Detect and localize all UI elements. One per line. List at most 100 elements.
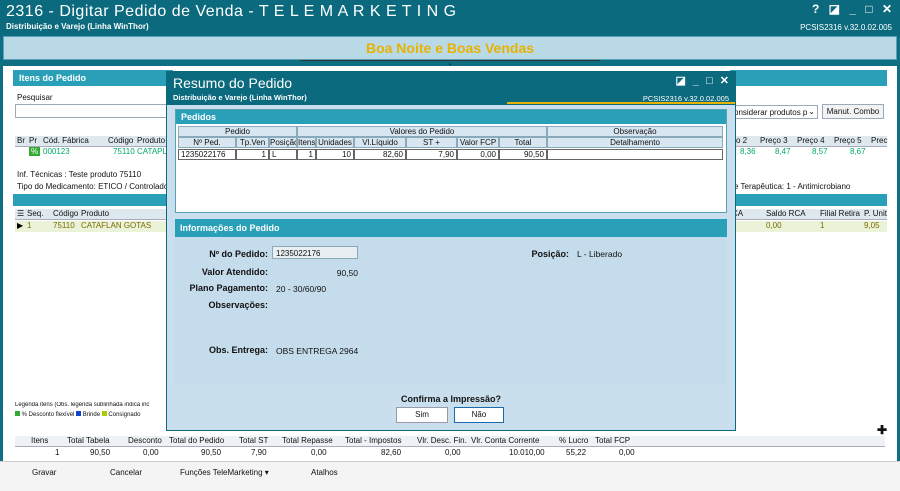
totals-desc-fin: 0,00 bbox=[445, 448, 461, 457]
window-controls[interactable]: ? ◪ _ □ ✕ bbox=[812, 2, 892, 16]
totals-col-total-impostos: Total - Impostos bbox=[345, 436, 402, 445]
cell-total[interactable]: 90,50 bbox=[499, 149, 547, 160]
col-vl-liquido: Vl.Líquido bbox=[354, 137, 406, 148]
cell-st-repasse[interactable]: 7,90 bbox=[406, 149, 457, 160]
cell-preco3: 8,47 bbox=[775, 147, 791, 156]
sim-button[interactable]: Sim bbox=[396, 407, 448, 423]
seq-grid-header: ☰ Seq. Código Produto bbox=[15, 209, 167, 220]
posicao-value: L - Liberado bbox=[577, 249, 623, 259]
dialog-window-controls[interactable]: ◪ _ □ ✕ bbox=[675, 74, 729, 87]
totals-row: 1 90,50 0,00 90,50 7,90 0,00 82,60 0,00 … bbox=[15, 448, 885, 459]
col-preco6: Prec bbox=[871, 136, 888, 145]
cancelar-button[interactable]: Cancelar bbox=[110, 468, 142, 477]
group-observacao: Observação bbox=[547, 126, 723, 137]
totals-lucro: 55,22 bbox=[566, 448, 587, 457]
pedidos-panel-title: Pedidos bbox=[176, 110, 726, 124]
col-preco4: Preço 4 bbox=[797, 136, 825, 145]
totals-conta-corrente: 10.010,00 bbox=[509, 448, 545, 457]
row-pointer-icon: ▶ bbox=[17, 221, 24, 230]
label-obs-entrega: Obs. Entrega: bbox=[208, 345, 268, 355]
totals-col-total-st: Total ST bbox=[239, 436, 269, 445]
add-icon[interactable]: ✚ bbox=[877, 423, 887, 437]
totals-col-desconto: Desconto bbox=[128, 436, 162, 445]
cell-produto: CATAPL bbox=[137, 147, 167, 156]
tipo-medicamento: Tipo do Medicamento: ETICO / Controlado: bbox=[17, 182, 171, 191]
funcoes-label: Funções TeleMarketing bbox=[180, 468, 263, 477]
label-valor-atendido: Valor Atendido: bbox=[201, 267, 268, 277]
manut-combo-button[interactable]: Manut. Combo bbox=[822, 104, 884, 119]
cell-filial-retira: 1 bbox=[820, 221, 825, 230]
totals-header: Itens Total Tabela Desconto Total do Ped… bbox=[15, 436, 885, 447]
cell-tpven[interactable]: 1 bbox=[236, 149, 269, 160]
cell-unidades[interactable]: 10 bbox=[316, 149, 354, 160]
items-panel-title: Itens do Pedido bbox=[13, 70, 173, 86]
col-unidades: Unidades bbox=[316, 137, 354, 148]
legend-brinde-swatch bbox=[76, 411, 82, 416]
pedidos-panel: Pedidos Pedido Valores do Pedido Observa… bbox=[175, 109, 727, 213]
discount-icon: % bbox=[29, 147, 41, 156]
classe-terapeutica: se Terapêutica: 1 - Antimicrobiano bbox=[730, 182, 851, 191]
legend-consignado: Consignado bbox=[108, 412, 141, 418]
totals-itens: 1 bbox=[55, 448, 60, 457]
group-valores: Valores do Pedido bbox=[297, 126, 547, 137]
cell-vl-liquido[interactable]: 82,60 bbox=[354, 149, 406, 160]
chevron-down-icon: ▾ bbox=[264, 468, 269, 477]
seq-grid-row[interactable]: ▶ 1 75110 CATAFLAN GOTAS bbox=[15, 221, 167, 232]
col-preco5: Preço 5 bbox=[834, 136, 862, 145]
items-panel-header-right bbox=[730, 70, 887, 86]
items-grid-header: Br Pr Cód. Fábrica Código Produto bbox=[15, 136, 167, 147]
totals-col-lucro: % Lucro bbox=[559, 436, 589, 445]
col-tpven: Tp.Ven bbox=[236, 137, 269, 148]
confirm-print-text: Confirma a Impressão? bbox=[400, 394, 502, 404]
cell-itens[interactable]: 1 bbox=[297, 149, 316, 160]
search-input[interactable] bbox=[15, 104, 167, 118]
footer-toolbar: Gravar Cancelar Funções TeleMarketing ▾ … bbox=[0, 461, 900, 491]
cell-cod-fabrica: 000123 bbox=[43, 147, 70, 156]
grid-toolbar-right bbox=[730, 194, 887, 206]
funcoes-telemarketing-button[interactable]: Funções TeleMarketing ▾ bbox=[180, 468, 269, 477]
app-subtitle: Distribuição e Varejo (Linha WinThor) bbox=[6, 22, 149, 31]
cell-preco2: 8,36 bbox=[740, 147, 756, 156]
col-br: Br bbox=[17, 136, 25, 145]
dialog-title: Resumo do Pedido bbox=[173, 75, 293, 91]
col-codigo: Código bbox=[108, 136, 134, 145]
consider-products-select[interactable]: onsiderar produtos p ⌄ bbox=[730, 105, 818, 119]
app-version: PCSIS2316 v.32.0.02.005 bbox=[800, 23, 892, 32]
cell-preco5: 8,67 bbox=[850, 147, 866, 156]
gravar-button[interactable]: Gravar bbox=[32, 468, 56, 477]
cell-valor-fcp[interactable]: 0,00 bbox=[457, 149, 499, 160]
valor-atendido: 90,50 bbox=[336, 268, 358, 278]
prices-grid-header: ço 2 Preço 3 Preço 4 Preço 5 Prec bbox=[730, 136, 887, 147]
label-plano-pagamento: Plano Pagamento: bbox=[189, 283, 268, 293]
atalhos-button[interactable]: Atalhos bbox=[311, 468, 338, 477]
info-tecnicas: Inf. Técnicas : Teste produto 75110 bbox=[17, 170, 142, 179]
totals-col-itens: Itens bbox=[31, 436, 49, 445]
cell-preco4: 8,57 bbox=[812, 147, 828, 156]
cell-nped[interactable]: 1235022176 bbox=[178, 149, 236, 160]
cell-detalhamento[interactable] bbox=[547, 149, 723, 160]
totals-desconto: 0,00 bbox=[143, 448, 159, 457]
prices-grid-row[interactable]: 8,36 8,47 8,57 8,67 bbox=[730, 147, 887, 157]
cell-p-unit: 9,05 bbox=[864, 221, 880, 230]
totals-col-total-pedido: Total do Pedido bbox=[169, 436, 225, 445]
rca-grid-row[interactable]: 0,00 1 9,05 bbox=[730, 221, 887, 232]
totals-col-conta-corrente: Vlr. Conta Corrente bbox=[471, 436, 540, 445]
resumo-pedido-dialog: Resumo do Pedido Distribuição e Varejo (… bbox=[166, 71, 736, 431]
col-produto: Produto bbox=[137, 136, 166, 145]
totals-total-tabela: 90,50 bbox=[90, 448, 111, 457]
obs-entrega: OBS ENTREGA 2964 bbox=[276, 346, 359, 356]
cell-posicao[interactable]: L bbox=[269, 149, 297, 160]
legend-discount: % Desconto flexível bbox=[21, 412, 75, 418]
col-cod-fabrica: Cód. Fábrica bbox=[43, 136, 89, 145]
search-label: Pesquisar bbox=[17, 93, 53, 102]
col-posicao: Posição bbox=[269, 137, 297, 148]
nao-button[interactable]: Não bbox=[454, 407, 504, 423]
items-grid-row[interactable]: % 000123 75110 CATAPL bbox=[15, 147, 167, 157]
totals-col-fcp: Total FCP bbox=[595, 436, 631, 445]
label-posicao: Posição: bbox=[531, 249, 569, 259]
legend-consignado-swatch bbox=[101, 411, 107, 416]
dialog-titlebar: Resumo do Pedido Distribuição e Varejo (… bbox=[167, 72, 735, 105]
col-valor-fcp: Valor FCP bbox=[457, 137, 499, 148]
info-pedido-title: Informações do Pedido bbox=[175, 219, 727, 237]
col-menu-icon[interactable]: ☰ bbox=[17, 209, 24, 218]
